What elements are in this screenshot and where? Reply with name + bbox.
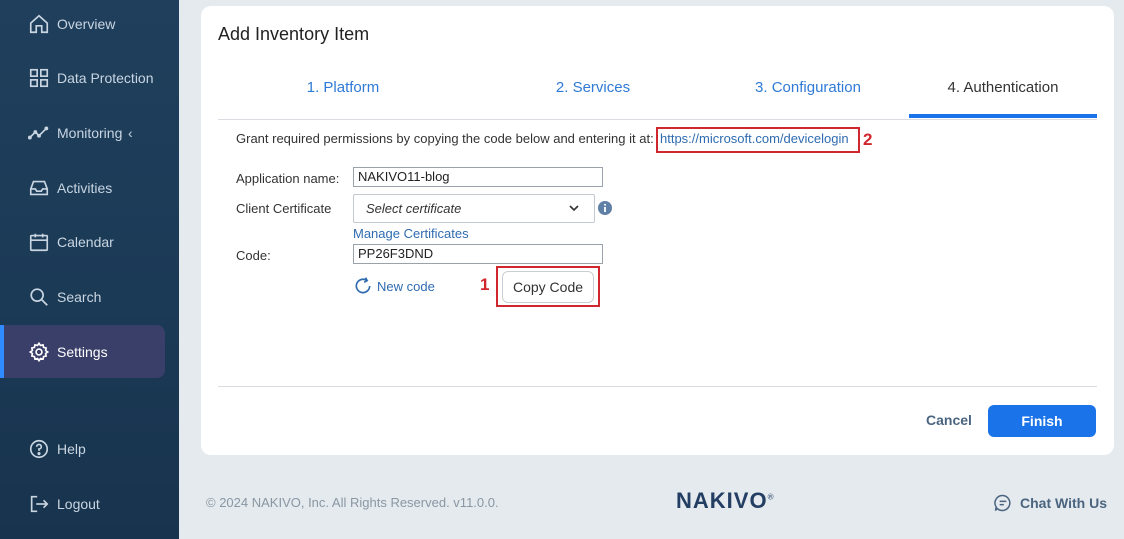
sidebar-item-label: Logout	[57, 495, 100, 512]
sidebar-item-settings[interactable]: Settings	[0, 325, 165, 378]
calendar-icon	[29, 233, 49, 251]
tab-configuration[interactable]: 3. Configuration	[708, 78, 908, 118]
grid-icon	[29, 68, 49, 87]
code-input[interactable]: PP26F3DND	[353, 244, 603, 264]
home-icon	[29, 14, 49, 33]
sidebar-item-search[interactable]: Search	[0, 270, 165, 323]
annotation-marker-2: 2	[863, 130, 873, 149]
sidebar-item-label: Data Protection	[57, 69, 154, 86]
copy-code-button[interactable]: Copy Code	[502, 271, 594, 303]
logout-icon	[30, 495, 49, 512]
select-value: Select certificate	[366, 201, 462, 216]
nakivo-logo: NAKIVO®	[676, 488, 774, 514]
annotation-marker-1: 1	[480, 275, 490, 294]
sidebar-item-overview[interactable]: Overview	[0, 0, 165, 50]
sidebar-item-help[interactable]: Help	[0, 422, 165, 475]
chevron-down-icon	[569, 205, 579, 212]
wizard-tabs: 1. Platform 2. Services 3. Configuration…	[218, 78, 1097, 120]
sidebar-item-logout[interactable]: Logout	[0, 477, 165, 530]
new-code-button[interactable]: New code	[353, 276, 435, 296]
help-icon	[29, 439, 49, 458]
sidebar-item-label: Help	[57, 440, 86, 457]
app-name-label: Application name:	[236, 171, 340, 186]
logo-text: NAKIVO	[676, 488, 768, 513]
sidebar-item-monitoring[interactable]: Monitoring ‹	[0, 106, 165, 159]
chat-with-us-button[interactable]: Chat With Us	[993, 493, 1107, 513]
tab-authentication[interactable]: 4. Authentication	[909, 78, 1097, 118]
annotation-box-2	[656, 127, 860, 153]
add-inventory-dialog: Add Inventory Item 1. Platform 2. Servic…	[201, 6, 1114, 455]
chat-icon	[994, 494, 1011, 512]
tab-platform[interactable]: 1. Platform	[218, 78, 468, 118]
finish-button[interactable]: Finish	[988, 405, 1096, 437]
info-icon[interactable]	[598, 201, 612, 215]
search-icon	[30, 287, 48, 306]
chevron-left-icon: ‹	[128, 124, 133, 141]
sidebar-item-label: Calendar	[57, 233, 114, 250]
sidebar: Overview Data Protection Monitoring ‹ Ac…	[0, 0, 179, 539]
copyright-text: © 2024 NAKIVO, Inc. All Rights Reserved.…	[206, 495, 499, 510]
logo-registered-mark: ®	[767, 492, 775, 502]
cancel-button[interactable]: Cancel	[926, 412, 972, 428]
sidebar-item-label: Search	[57, 288, 102, 305]
manage-certificates-link[interactable]: Manage Certificates	[353, 226, 469, 241]
refresh-icon	[355, 277, 371, 294]
tab-services[interactable]: 2. Services	[468, 78, 718, 118]
grant-instructions: Grant required permissions by copying th…	[236, 131, 654, 146]
sidebar-item-calendar[interactable]: Calendar	[0, 215, 165, 268]
sidebar-item-label: Monitoring	[57, 124, 123, 141]
activity-chart-icon	[28, 125, 49, 140]
client-cert-label: Client Certificate	[236, 201, 332, 216]
sidebar-item-data-protection[interactable]: Data Protection	[0, 51, 165, 104]
sidebar-item-activities[interactable]: Activities	[0, 161, 165, 214]
app-name-input[interactable]: NAKIVO11-blog	[353, 167, 603, 187]
active-tab-indicator	[909, 114, 1097, 118]
sidebar-item-label: Activities	[57, 179, 113, 196]
gear-icon	[28, 341, 50, 362]
dialog-footer-divider	[218, 386, 1097, 387]
new-code-label: New code	[377, 278, 435, 294]
chat-label: Chat With Us	[1020, 495, 1107, 511]
dialog-title: Add Inventory Item	[218, 24, 370, 44]
sidebar-item-label: Overview	[57, 15, 116, 32]
code-label: Code:	[236, 248, 271, 263]
inbox-icon	[29, 180, 49, 195]
client-cert-select[interactable]: Select certificate	[353, 194, 595, 223]
sidebar-item-label: Settings	[57, 343, 108, 360]
